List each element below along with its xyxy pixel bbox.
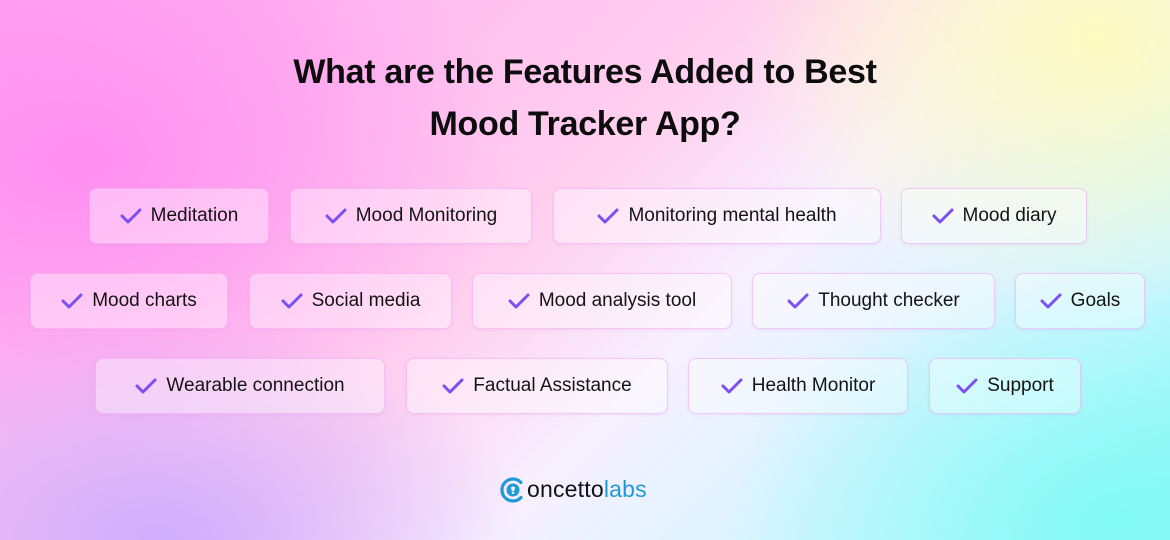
feature-pill-health-monitor: Health Monitor: [688, 358, 908, 414]
feature-pill-mood-charts: Mood charts: [30, 273, 228, 329]
page-title: What are the Features Added to Best Mood…: [0, 46, 1170, 150]
check-icon: [442, 377, 464, 395]
check-icon: [787, 292, 809, 310]
feature-label: Goals: [1070, 290, 1121, 311]
feature-pill-social-media: Social media: [249, 273, 452, 329]
feature-pill-wearable-connection: Wearable connection: [95, 358, 385, 414]
feature-pill-meditation: Meditation: [89, 188, 269, 244]
feature-pill-goals: Goals: [1015, 273, 1145, 329]
page-title-line-2: Mood Tracker App?: [429, 105, 741, 143]
concettolabs-logo: oncetto labs: [500, 476, 647, 503]
feature-label: Mood analysis tool: [538, 290, 697, 311]
feature-pill-mood-monitoring: Mood Monitoring: [290, 188, 532, 244]
page-title-line-1: What are the Features Added to Best: [293, 53, 877, 91]
check-icon: [721, 377, 743, 395]
lightbulb-c-icon: [500, 476, 526, 503]
feature-pill-mood-analysis-tool: Mood analysis tool: [472, 273, 732, 329]
logo-text-blue: labs: [603, 476, 647, 502]
check-icon: [1040, 292, 1062, 310]
check-icon: [61, 292, 83, 310]
feature-pill-thought-checker: Thought checker: [752, 273, 995, 329]
check-icon: [120, 207, 142, 225]
check-icon: [508, 292, 530, 310]
feature-label: Health Monitor: [751, 375, 876, 396]
check-icon: [325, 207, 347, 225]
feature-label: Mood diary: [962, 205, 1057, 226]
feature-label: Meditation: [150, 205, 239, 226]
feature-pill-support: Support: [929, 358, 1081, 414]
feature-pill-monitoring-mental-health: Monitoring mental health: [553, 188, 881, 244]
feature-pill-mood-diary: Mood diary: [901, 188, 1087, 244]
check-icon: [281, 292, 303, 310]
check-icon: [135, 377, 157, 395]
feature-label: Mood Monitoring: [355, 205, 498, 226]
feature-pill-factual-assistance: Factual Assistance: [406, 358, 668, 414]
check-icon: [956, 377, 978, 395]
logo-text-dark: oncetto: [527, 476, 604, 502]
feature-label: Monitoring mental health: [628, 205, 837, 226]
check-icon: [597, 207, 619, 225]
feature-label: Thought checker: [818, 290, 960, 311]
feature-label: Social media: [311, 290, 421, 311]
check-icon: [932, 207, 954, 225]
feature-label: Factual Assistance: [473, 375, 632, 396]
feature-label: Support: [987, 375, 1054, 396]
feature-label: Mood charts: [92, 290, 197, 311]
feature-label: Wearable connection: [166, 375, 345, 396]
